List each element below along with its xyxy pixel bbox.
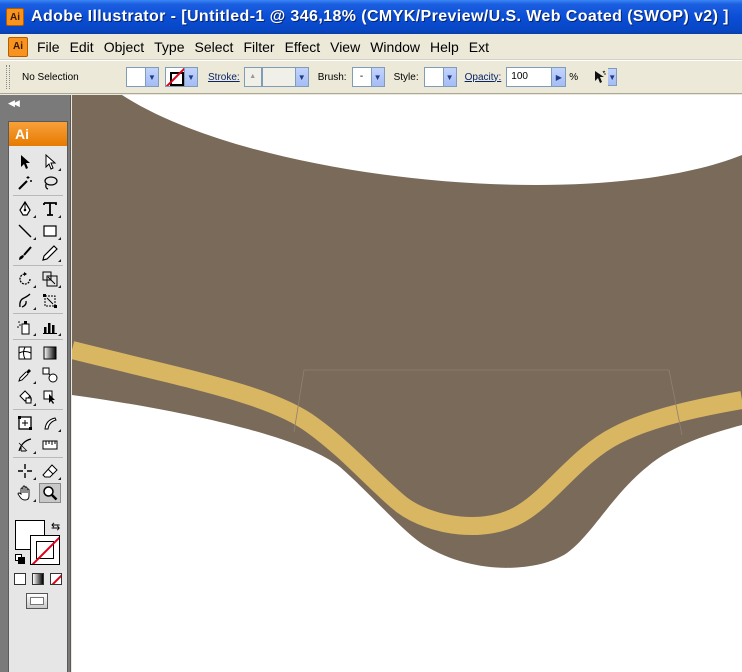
tool-separator <box>13 265 63 266</box>
fill-swatch[interactable] <box>126 67 146 87</box>
select-similar-dropdown[interactable]: ▼ <box>608 68 618 86</box>
ai-logo: Ai <box>9 122 67 146</box>
graphic-style-swatch[interactable] <box>423 67 444 87</box>
stroke-swatch[interactable] <box>165 67 185 87</box>
style-label: Style: <box>393 71 419 83</box>
artwork <box>72 95 742 568</box>
color-mode-icon[interactable] <box>14 573 26 585</box>
menu-ext[interactable]: Ext <box>464 36 494 58</box>
tool-separator <box>13 457 63 458</box>
scissors-tool-icon[interactable] <box>14 461 36 481</box>
lasso-tool-icon[interactable] <box>39 173 61 193</box>
stroke-swatch-dropdown[interactable]: ▼ <box>185 67 198 87</box>
eraser-tool-icon[interactable] <box>39 461 61 481</box>
tool-separator <box>13 313 63 314</box>
artboard-canvas[interactable] <box>72 95 742 672</box>
free-transform-tool-icon[interactable] <box>39 291 61 311</box>
eraser-brush-tool-icon[interactable] <box>14 435 36 455</box>
chevron-down-icon: ▼ <box>608 72 617 82</box>
opacity-unit: % <box>569 71 579 83</box>
pen-tool-icon[interactable] <box>14 199 36 219</box>
column-graph-tool-icon[interactable] <box>39 317 61 337</box>
pencil-tool-icon[interactable] <box>39 243 61 263</box>
blend-tool-icon[interactable] <box>39 365 61 385</box>
zoom-tool-icon[interactable] <box>39 483 61 503</box>
title-bar[interactable]: Ai Adobe Illustrator - [Untitled-1 @ 346… <box>0 0 742 34</box>
chevron-down-icon: ▼ <box>445 72 454 82</box>
screen-mode-button[interactable] <box>26 593 48 609</box>
selection-tool-icon[interactable] <box>14 152 36 172</box>
brush-field[interactable]: - <box>351 67 372 87</box>
select-similar-icon[interactable] <box>592 69 608 85</box>
slice-tool-icon[interactable] <box>39 413 61 433</box>
menu-edit[interactable]: Edit <box>65 36 99 58</box>
stroke-color-box[interactable] <box>30 535 60 565</box>
chevron-down-icon: ▼ <box>373 72 382 82</box>
mesh-tool-icon[interactable] <box>14 343 36 363</box>
rotate-tool-icon[interactable] <box>14 269 36 289</box>
tool-separator <box>13 409 63 410</box>
menu-effect[interactable]: Effect <box>280 36 326 58</box>
control-bar: No Selection ▼ ▼ Stroke: ▲ ▼ Brush: - ▼ … <box>0 60 742 94</box>
gradient-mode-icon[interactable] <box>32 573 44 585</box>
menu-bar: Ai File Edit Object Type Select Filter E… <box>0 34 742 60</box>
paintbrush-tool-icon[interactable] <box>14 243 36 263</box>
menu-select[interactable]: Select <box>190 36 239 58</box>
illustrator-window: Ai Adobe Illustrator - [Untitled-1 @ 346… <box>0 0 742 672</box>
fill-dropdown[interactable]: ▼ <box>146 67 159 87</box>
style-dropdown[interactable]: ▼ <box>443 67 457 87</box>
gradient-tool-icon[interactable] <box>39 343 61 363</box>
rectangle-tool-icon[interactable] <box>39 221 61 241</box>
chevron-down-icon: ▼ <box>187 72 195 82</box>
opacity-input[interactable]: 100 <box>506 67 553 87</box>
chevron-down-icon: ▼ <box>148 72 156 82</box>
menu-filter[interactable]: Filter <box>238 36 279 58</box>
tools-panel-body: Ai ⇆ <box>8 121 68 672</box>
direct-selection-tool-icon[interactable] <box>39 152 61 172</box>
stroke-weight-input[interactable] <box>261 67 296 87</box>
chevron-down-icon: ▼ <box>297 72 306 82</box>
stroke-weight-dropdown[interactable]: ▼ <box>295 67 309 87</box>
swap-fill-stroke-icon[interactable]: ⇆ <box>51 520 60 533</box>
tool-separator <box>13 195 63 196</box>
chevron-right-icon: ▶ <box>555 72 562 82</box>
eyedropper-tool-icon[interactable] <box>14 365 36 385</box>
magic-wand-tool-icon[interactable] <box>14 173 36 193</box>
menu-type[interactable]: Type <box>149 36 189 58</box>
menu-window[interactable]: Window <box>365 36 425 58</box>
opacity-label-link[interactable]: Opacity: <box>465 72 502 83</box>
tool-separator <box>13 339 63 340</box>
live-paint-bucket-tool-icon[interactable] <box>14 387 36 407</box>
none-mode-icon[interactable] <box>50 573 62 585</box>
stroke-label-link[interactable]: Stroke: <box>208 72 240 83</box>
hand-tool-icon[interactable] <box>14 483 36 503</box>
window-title: Adobe Illustrator - [Untitled-1 @ 346,18… <box>31 8 729 25</box>
crop-area-tool-icon[interactable] <box>14 413 36 433</box>
collapse-panel-icon[interactable]: ◀◀ <box>8 98 20 109</box>
menu-object[interactable]: Object <box>99 36 149 58</box>
control-bar-grip[interactable] <box>6 65 10 89</box>
measure-tool-icon[interactable] <box>39 435 61 455</box>
warp-tool-icon[interactable] <box>14 291 36 311</box>
symbol-sprayer-tool-icon[interactable] <box>14 317 36 337</box>
brush-label: Brush: <box>317 71 347 83</box>
brush-dropdown[interactable]: ▼ <box>371 67 385 87</box>
illustrator-app-icon[interactable]: Ai <box>6 8 24 26</box>
opacity-arrow-button[interactable]: ▶ <box>552 67 567 87</box>
tools-panel: ◀◀ Ai ⇆ <box>0 95 71 672</box>
menu-view[interactable]: View <box>325 36 365 58</box>
stroke-weight-stepper[interactable]: ▲ <box>243 67 262 87</box>
type-tool-icon[interactable] <box>39 199 61 219</box>
brown-band-shape[interactable] <box>72 95 742 568</box>
live-paint-selection-tool-icon[interactable] <box>39 387 61 407</box>
selection-status: No Selection <box>22 71 79 83</box>
menu-file[interactable]: File <box>32 36 65 58</box>
menu-help[interactable]: Help <box>425 36 464 58</box>
default-fill-stroke-icon[interactable] <box>15 554 25 564</box>
document-menu-icon[interactable]: Ai <box>8 36 28 57</box>
line-segment-tool-icon[interactable] <box>14 221 36 241</box>
scale-tool-icon[interactable] <box>39 269 61 289</box>
